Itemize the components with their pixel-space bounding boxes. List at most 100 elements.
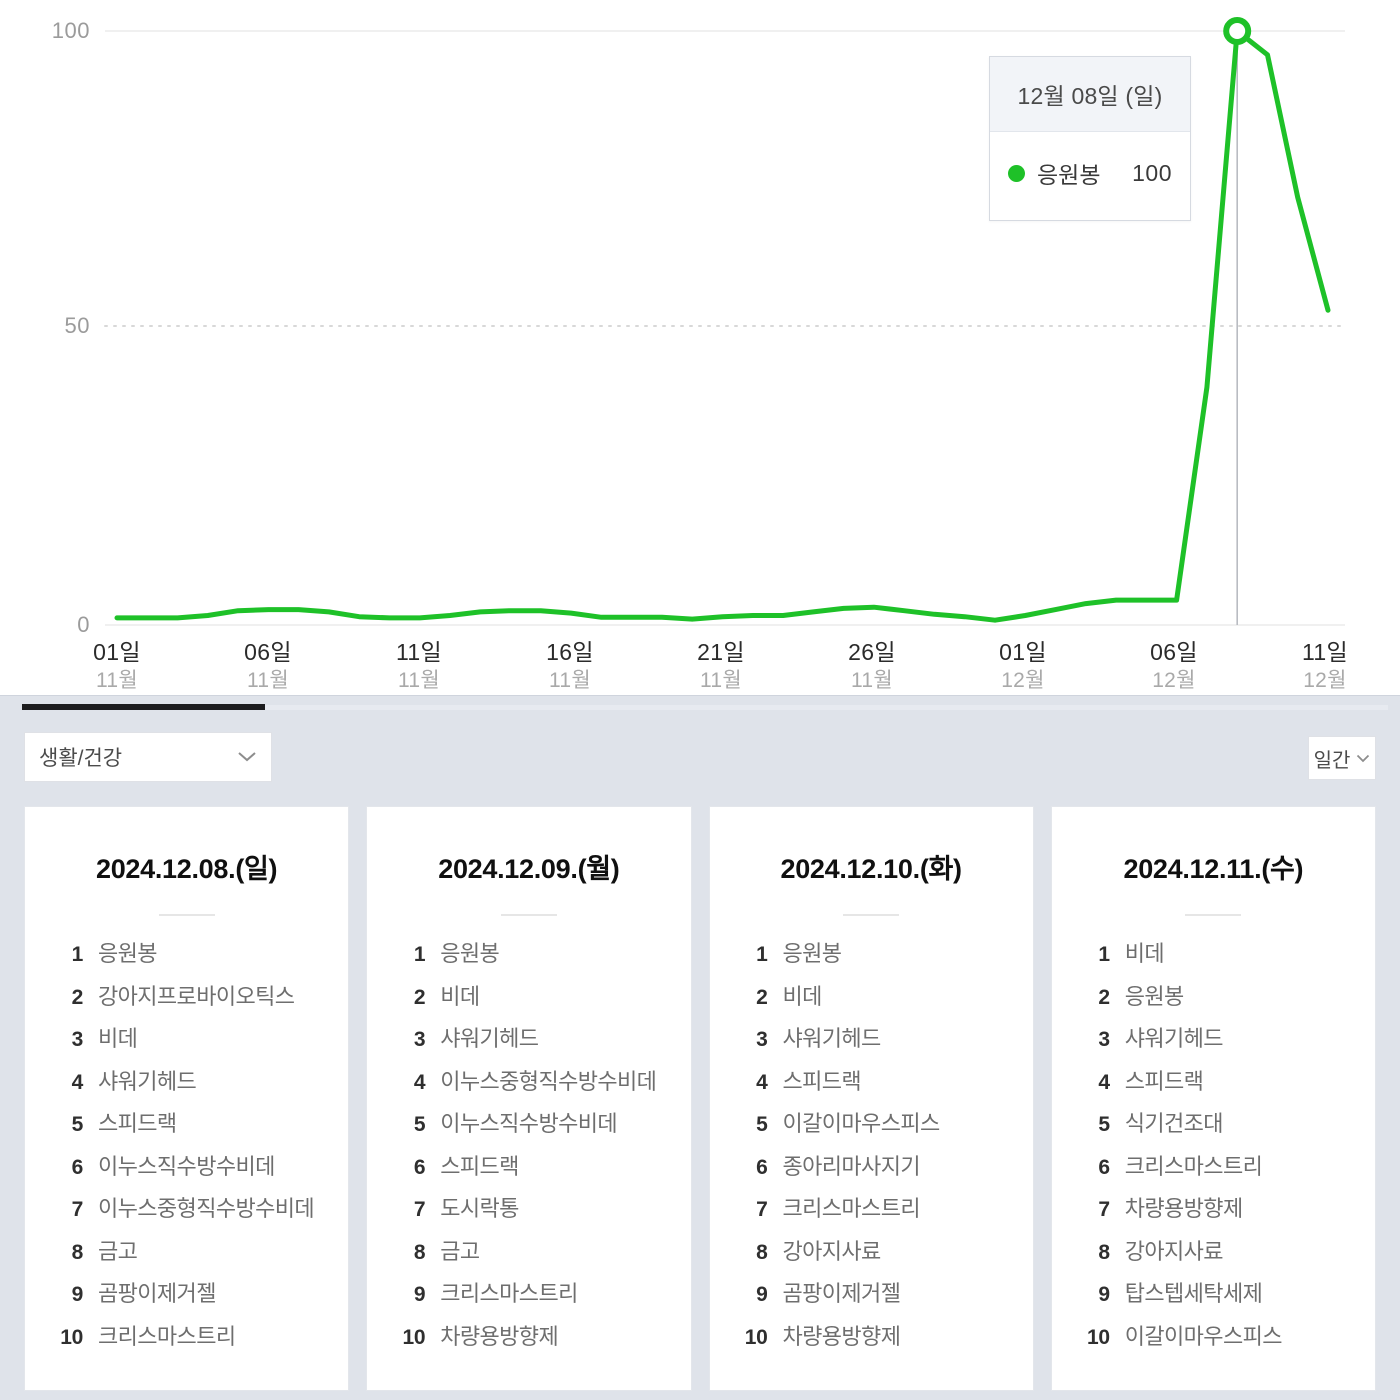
rank-keyword[interactable]: 샤워기헤드 [98, 1064, 197, 1096]
rank-keyword[interactable]: 응원봉 [783, 936, 843, 968]
list-item[interactable]: 2 비데 [734, 979, 1033, 1022]
list-item[interactable]: 2 응원봉 [1076, 979, 1375, 1022]
tooltip-series-name: 응원봉 [1037, 162, 1101, 188]
rank-keyword[interactable]: 이누스직수방수비데 [440, 1106, 617, 1138]
list-item[interactable]: 8 금고 [49, 1234, 348, 1277]
rank-keyword[interactable]: 강아지사료 [783, 1234, 882, 1266]
list-item[interactable]: 4 스피드랙 [734, 1064, 1033, 1107]
list-item[interactable]: 9 탑스텝세탁세제 [1076, 1276, 1375, 1319]
rank-number: 5 [71, 1113, 84, 1136]
rank-keyword[interactable]: 강아지프로바이오틱스 [98, 979, 295, 1011]
list-item[interactable]: 9 곰팡이제거젤 [734, 1276, 1033, 1319]
rank-keyword[interactable]: 종아리마사지기 [783, 1149, 921, 1181]
rank-keyword[interactable]: 응원봉 [98, 936, 158, 968]
rank-keyword[interactable]: 스피드랙 [98, 1106, 177, 1138]
list-item[interactable]: 3 비데 [49, 1021, 348, 1064]
list-item[interactable]: 7 차량용방향제 [1076, 1191, 1375, 1234]
list-item[interactable]: 5 식기건조대 [1076, 1106, 1375, 1149]
list-item[interactable]: 3 샤워기헤드 [391, 1021, 690, 1064]
rank-keyword[interactable]: 샤워기헤드 [783, 1021, 882, 1053]
category-select[interactable]: 생활/건강 [24, 732, 272, 782]
list-item[interactable]: 5 스피드랙 [49, 1106, 348, 1149]
rank-keyword[interactable]: 이갈이마우스피스 [1125, 1319, 1283, 1351]
list-item[interactable]: 2 강아지프로바이오틱스 [49, 979, 348, 1022]
ranking-card: 2024.12.09.(월) 1 응원봉 2 비데 3 샤워기헤드 4 이누스중형직수방… [366, 806, 692, 1391]
rank-number: 4 [71, 1070, 84, 1094]
rank-keyword[interactable]: 응원봉 [1125, 979, 1185, 1011]
tooltip-series-value: 100 [1132, 159, 1172, 186]
list-item[interactable]: 10 차량용방향제 [734, 1319, 1033, 1362]
list-item[interactable]: 8 강아지사료 [734, 1234, 1033, 1277]
rank-keyword[interactable]: 크리스마스트리 [783, 1191, 921, 1223]
rank-keyword[interactable]: 크리스마스트리 [440, 1276, 578, 1308]
x-tick-month: 11월 [850, 669, 894, 692]
list-item[interactable]: 8 금고 [391, 1234, 690, 1277]
list-item[interactable]: 10 이갈이마우스피스 [1076, 1319, 1375, 1362]
rank-keyword[interactable]: 곰팡이제거젤 [783, 1276, 901, 1308]
list-item[interactable]: 8 강아지사료 [1076, 1234, 1375, 1277]
list-item[interactable]: 6 종아리마사지기 [734, 1149, 1033, 1192]
list-item[interactable]: 4 샤워기헤드 [49, 1064, 348, 1107]
list-item[interactable]: 9 크리스마스트리 [391, 1276, 690, 1319]
rank-keyword[interactable]: 응원봉 [440, 936, 500, 968]
rank-keyword[interactable]: 이누스중형직수방수비데 [440, 1064, 657, 1096]
list-item[interactable]: 6 스피드랙 [391, 1149, 690, 1192]
rank-keyword[interactable]: 스피드랙 [440, 1149, 519, 1181]
rank-keyword[interactable]: 비데 [98, 1021, 138, 1053]
rank-keyword[interactable]: 금고 [440, 1234, 480, 1266]
rank-number: 8 [71, 1240, 84, 1264]
list-item[interactable]: 7 도시락통 [391, 1191, 690, 1234]
rank-keyword[interactable]: 차량용방향제 [440, 1319, 558, 1351]
list-item[interactable]: 9 곰팡이제거젤 [49, 1276, 348, 1319]
rank-keyword[interactable]: 샤워기헤드 [440, 1021, 539, 1053]
rank-number: 1 [413, 943, 426, 966]
rank-keyword[interactable]: 강아지사료 [1125, 1234, 1224, 1266]
list-item[interactable]: 1 응원봉 [49, 936, 348, 979]
list-item[interactable]: 3 샤워기헤드 [734, 1021, 1033, 1064]
rank-keyword[interactable]: 이누스직수방수비데 [98, 1149, 275, 1181]
rank-keyword[interactable]: 비데 [783, 979, 823, 1011]
list-item[interactable]: 7 크리스마스트리 [734, 1191, 1033, 1234]
rank-keyword[interactable]: 비데 [1125, 936, 1165, 968]
trend-chart-panel: 100 50 0 01일 11월 06일 11월 11일 11월 16일 11월… [0, 0, 1400, 695]
period-select[interactable]: 일간 [1308, 736, 1376, 780]
list-item[interactable]: 5 이갈이마우스피스 [734, 1106, 1033, 1149]
rank-keyword[interactable]: 스피드랙 [783, 1064, 862, 1096]
list-item[interactable]: 4 스피드랙 [1076, 1064, 1375, 1107]
list-item[interactable]: 6 크리스마스트리 [1076, 1149, 1375, 1192]
rank-keyword[interactable]: 식기건조대 [1125, 1106, 1224, 1138]
list-item[interactable]: 4 이누스중형직수방수비데 [391, 1064, 690, 1107]
list-item[interactable]: 5 이누스직수방수비데 [391, 1106, 690, 1149]
rank-number: 7 [413, 1198, 426, 1221]
rank-keyword[interactable]: 크리스마스트리 [1125, 1149, 1263, 1181]
list-item[interactable]: 1 비데 [1076, 936, 1375, 979]
rank-keyword[interactable]: 비데 [440, 979, 480, 1011]
rank-number: 8 [413, 1240, 426, 1264]
rank-keyword[interactable]: 도시락통 [440, 1191, 519, 1223]
panel-scrollbar[interactable] [0, 696, 1400, 718]
list-item[interactable]: 10 크리스마스트리 [49, 1319, 348, 1362]
list-item[interactable]: 6 이누스직수방수비데 [49, 1149, 348, 1192]
scrollbar-thumb[interactable] [22, 704, 265, 710]
rank-number: 10 [60, 1325, 83, 1349]
rank-number: 2 [756, 985, 768, 1009]
rank-keyword[interactable]: 곰팡이제거젤 [98, 1276, 216, 1308]
rank-number: 9 [71, 1283, 84, 1306]
list-item[interactable]: 7 이누스중형직수방수비데 [49, 1191, 348, 1234]
list-item[interactable]: 1 응원봉 [734, 936, 1033, 979]
rank-number: 6 [413, 1155, 426, 1179]
rank-keyword[interactable]: 샤워기헤드 [1125, 1021, 1224, 1053]
list-item[interactable]: 2 비데 [391, 979, 690, 1022]
list-item[interactable]: 10 차량용방향제 [391, 1319, 690, 1362]
rank-keyword[interactable]: 탑스텝세탁세제 [1125, 1276, 1263, 1308]
chevron-down-icon [237, 751, 257, 763]
rank-keyword[interactable]: 차량용방향제 [783, 1319, 901, 1351]
rank-keyword[interactable]: 금고 [98, 1234, 138, 1266]
rank-keyword[interactable]: 차량용방향제 [1125, 1191, 1243, 1223]
rank-keyword[interactable]: 이갈이마우스피스 [783, 1106, 941, 1138]
list-item[interactable]: 3 샤워기헤드 [1076, 1021, 1375, 1064]
rank-keyword[interactable]: 이누스중형직수방수비데 [98, 1191, 315, 1223]
rank-keyword[interactable]: 크리스마스트리 [98, 1319, 236, 1351]
rank-keyword[interactable]: 스피드랙 [1125, 1064, 1204, 1096]
list-item[interactable]: 1 응원봉 [391, 936, 690, 979]
